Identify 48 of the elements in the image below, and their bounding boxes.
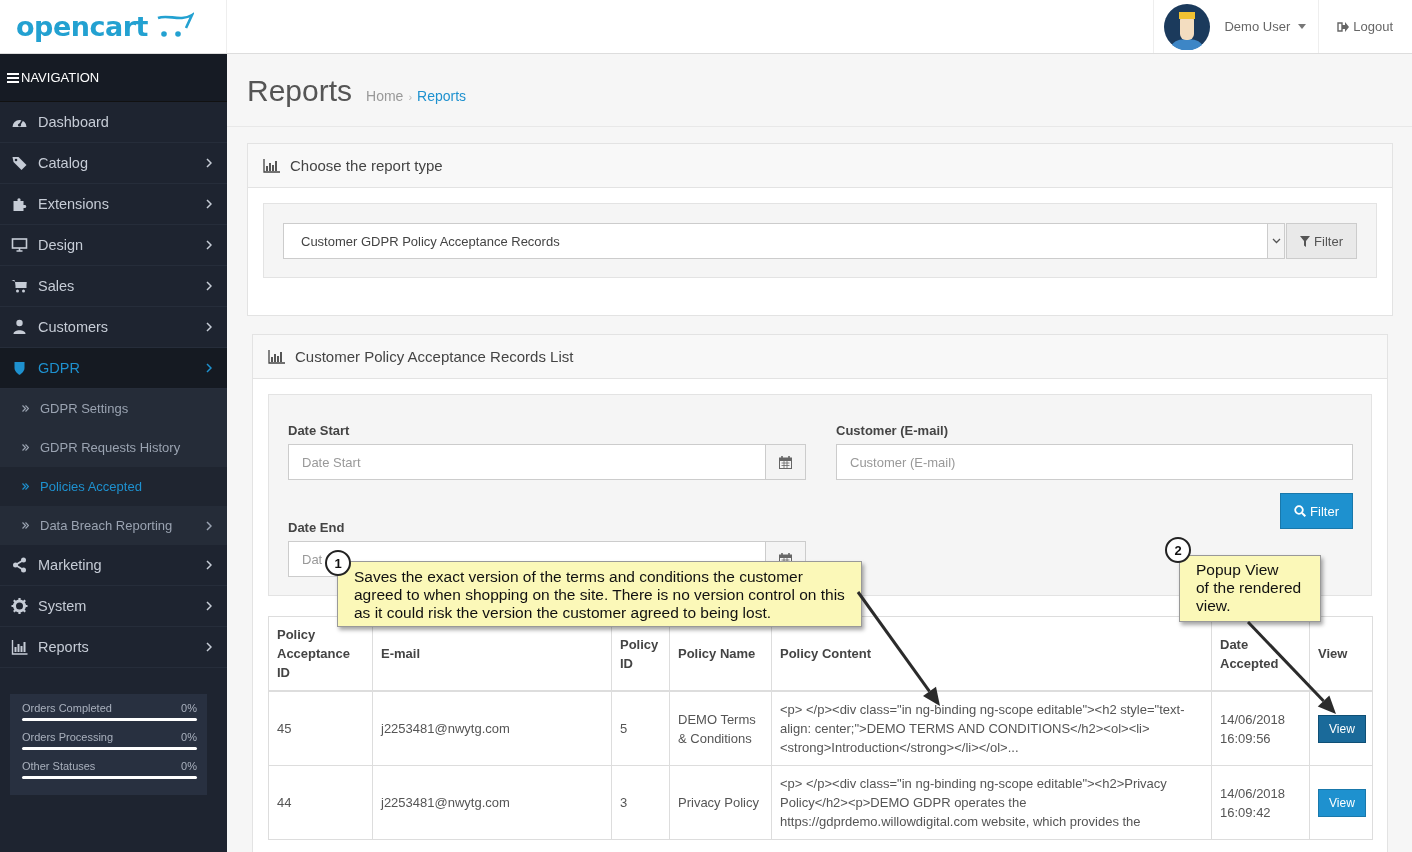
filter-button[interactable]: Filter xyxy=(1286,223,1357,259)
sidebar-item[interactable]: Dashboard xyxy=(0,102,227,143)
table-cell: 14/06/2018 16:09:42 xyxy=(1211,765,1310,840)
field-label: Date Start xyxy=(288,423,351,438)
table-cell: 45 xyxy=(268,691,373,766)
table-cell: 3 xyxy=(611,765,670,840)
filter-button[interactable]: Filter xyxy=(1280,493,1353,529)
page-title: Reports xyxy=(247,74,353,108)
logout-link[interactable]: Logout xyxy=(1318,0,1412,53)
stat-label: Orders Processing xyxy=(22,731,114,743)
sidebar-item[interactable]: Sales xyxy=(0,266,227,307)
stat-label: Other Statuses xyxy=(22,760,96,772)
stat-label: Orders Completed xyxy=(22,702,112,714)
input-field[interactable]: Date Start xyxy=(288,444,766,480)
view-button[interactable]: View xyxy=(1318,788,1366,817)
breadcrumb-link[interactable]: Reports xyxy=(417,88,467,104)
sidebar-item[interactable]: Reports xyxy=(0,627,227,668)
field-label: Date End xyxy=(288,520,346,535)
table-cell: j2253481@nwytg.com xyxy=(372,765,612,840)
table-cell: 14/06/2018 16:09:56 xyxy=(1211,691,1310,766)
breadcrumb-separator: › xyxy=(408,91,413,103)
table-cell: Privacy Policy xyxy=(669,765,772,840)
user-menu[interactable]: Demo User xyxy=(1153,0,1319,53)
table-cell: 44 xyxy=(268,765,373,840)
panel-title: Choose the report type xyxy=(290,157,443,174)
sidebar-item[interactable]: GDPR xyxy=(0,348,227,389)
sidebar-subitem[interactable]: GDPR Settings xyxy=(0,389,227,428)
stat-value: 0% xyxy=(181,702,197,714)
sidebar-item[interactable]: Catalog xyxy=(0,143,227,184)
sidebar-item[interactable]: Extensions xyxy=(0,184,227,225)
sidebar-item[interactable]: Marketing xyxy=(0,545,227,586)
table-cell: j2253481@nwytg.com xyxy=(372,691,612,766)
sidebar-item[interactable]: System xyxy=(0,586,227,627)
view-button[interactable]: View xyxy=(1318,714,1366,743)
panel-title: Customer Policy Acceptance Records List xyxy=(295,348,574,365)
sidebar-subitem[interactable]: Data Breach Reporting xyxy=(0,506,227,545)
stat-value: 0% xyxy=(181,731,197,743)
navigation-header: NAVIGATION xyxy=(0,54,227,102)
stat-value: 0% xyxy=(181,760,197,772)
table-cell: DEMO Terms & Conditions xyxy=(669,691,772,766)
field-label: Customer (E-mail) xyxy=(836,423,949,438)
table-cell: <p> </p><div class="in ng-binding ng-scope editable"><h2>Privacy Policy</h2><p>DEMO GDPR operates the https://gdprdemo.willowdigital.com website, which provides the xyxy=(771,765,1212,840)
table-cell: 5 xyxy=(611,691,670,766)
callout-tooltip: Popup View of the rendered view. xyxy=(1179,555,1321,622)
input-field[interactable]: Customer (E-mail) xyxy=(836,444,1353,480)
report-type-select[interactable]: Customer GDPR Policy Acceptance Records xyxy=(283,223,1286,259)
sidebar-item[interactable]: Design xyxy=(0,225,227,266)
sidebar-subitem[interactable]: GDPR Requests History xyxy=(0,428,227,467)
